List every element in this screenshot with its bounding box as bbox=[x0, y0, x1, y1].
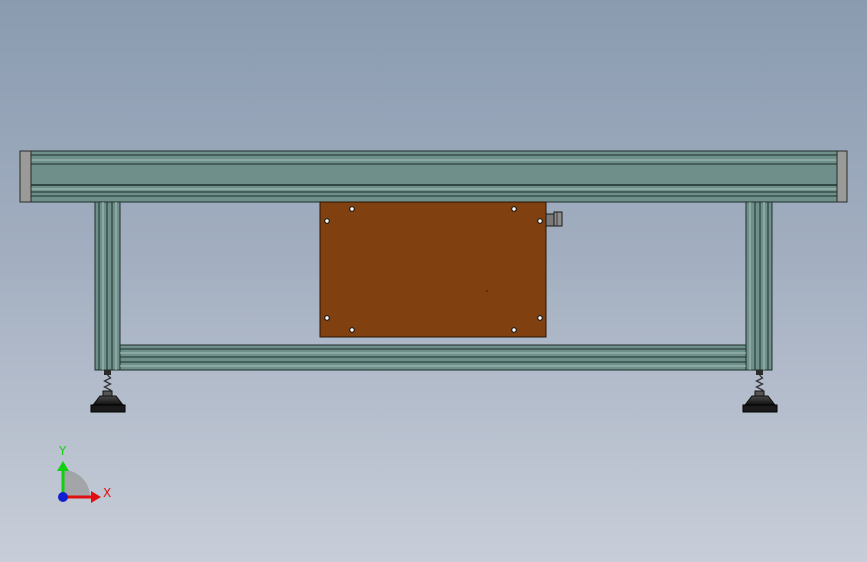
y-axis-label: Y bbox=[58, 444, 67, 458]
right-leg[interactable] bbox=[745, 201, 773, 371]
right-leveling-foot[interactable] bbox=[742, 370, 778, 413]
top-conveyor-beam[interactable] bbox=[19, 150, 848, 203]
cable-gland[interactable] bbox=[545, 211, 563, 227]
control-panel-plate[interactable] bbox=[319, 201, 547, 338]
x-arrow-head bbox=[91, 491, 101, 503]
end-cap-left bbox=[19, 150, 32, 203]
x-axis-label: X bbox=[103, 486, 111, 500]
coordinate-triad: Y X bbox=[57, 444, 111, 503]
triad-plane-arc bbox=[63, 470, 90, 497]
end-cap-right bbox=[836, 150, 848, 203]
lower-cross-beam[interactable] bbox=[119, 344, 747, 371]
conveyor-assembly[interactable] bbox=[19, 150, 848, 413]
y-arrow-head bbox=[57, 461, 69, 471]
graphics-viewport[interactable]: Y X bbox=[0, 0, 867, 562]
left-leveling-foot[interactable] bbox=[90, 370, 126, 413]
z-axis-dot bbox=[58, 492, 68, 502]
left-leg[interactable] bbox=[94, 201, 121, 371]
